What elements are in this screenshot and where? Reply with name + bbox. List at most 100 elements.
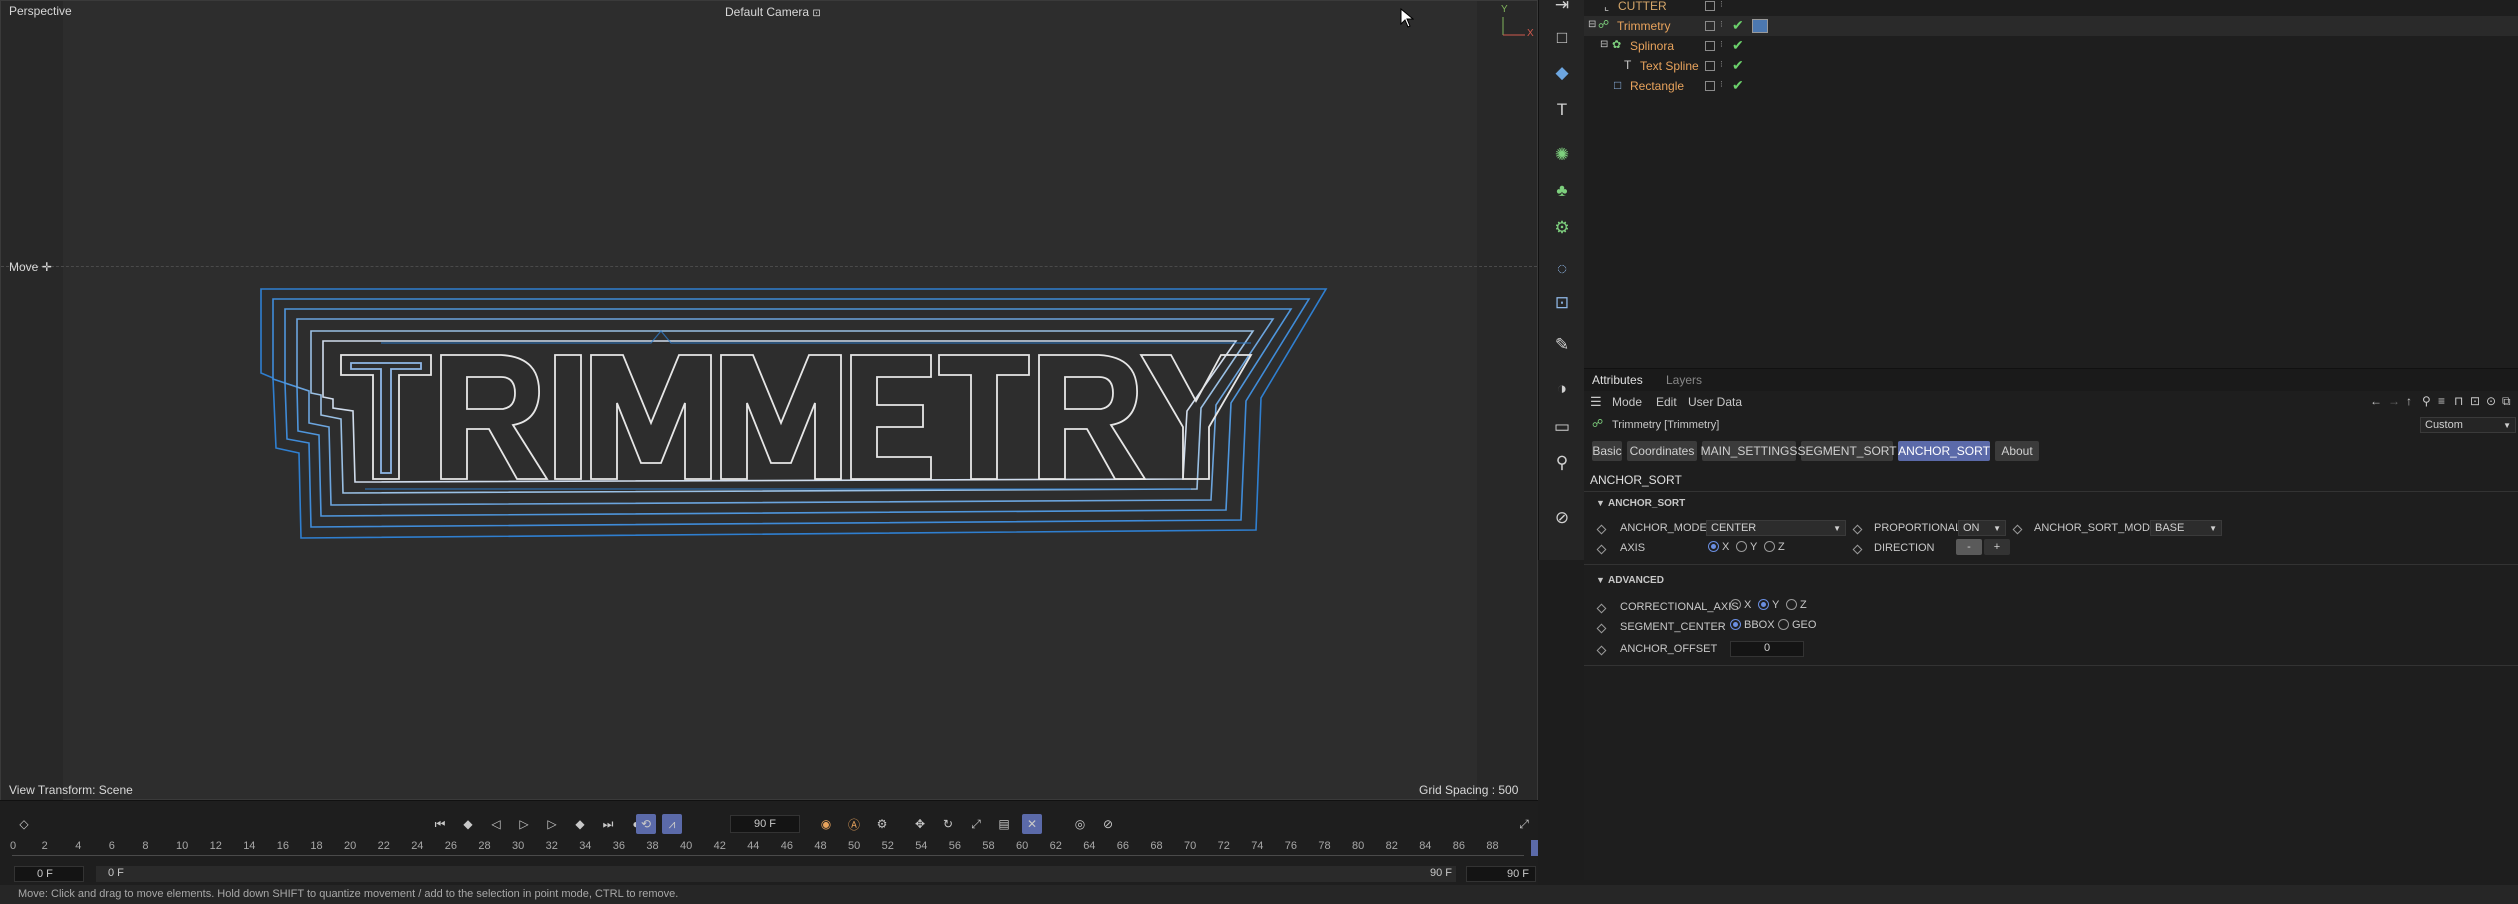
- tab-button-basic[interactable]: Basic: [1592, 441, 1622, 461]
- field-icon[interactable]: ⊡: [1549, 290, 1575, 316]
- next-frame-icon[interactable]: ▷: [542, 814, 562, 834]
- cloner-icon[interactable]: ♣: [1549, 178, 1575, 204]
- correctional-radio-z[interactable]: [1786, 599, 1797, 610]
- chevron-down-icon[interactable]: ▼: [1596, 575, 1605, 585]
- effector-gear-icon[interactable]: ⚙: [1549, 215, 1575, 241]
- current-frame-field[interactable]: 90 F: [730, 815, 800, 833]
- go-to-start-icon[interactable]: ⏮: [430, 814, 450, 834]
- collapse-icon[interactable]: ⊟: [1588, 19, 1596, 30]
- visibility-toggle[interactable]: [1705, 81, 1715, 91]
- keyframe-diamond-icon[interactable]: [1596, 645, 1607, 656]
- camera-icon[interactable]: ▭: [1549, 414, 1575, 440]
- axis-radio-x[interactable]: [1708, 541, 1719, 552]
- tab-attributes[interactable]: Attributes: [1592, 373, 1643, 387]
- dots-icon[interactable]: ⁝: [1720, 79, 1723, 90]
- correctional-radio-y[interactable]: [1758, 599, 1769, 610]
- loop-toggle-icon[interactable]: ⟲: [636, 814, 656, 834]
- menu-user-data[interactable]: User Data: [1688, 395, 1742, 409]
- anchor-offset-input[interactable]: 0: [1730, 641, 1804, 657]
- dots-icon[interactable]: ⁝: [1720, 0, 1723, 10]
- light-icon[interactable]: ◑: [1549, 376, 1575, 402]
- cube-outline-icon[interactable]: □: [1549, 25, 1575, 51]
- spline-pen-icon[interactable]: ✎: [1549, 332, 1575, 358]
- menu-edit[interactable]: Edit: [1656, 395, 1677, 409]
- dots-icon[interactable]: ⁝: [1720, 59, 1723, 70]
- anchor-sort-mode-dropdown[interactable]: BASE ▼: [2150, 520, 2222, 536]
- chevron-down-icon[interactable]: ▼: [1596, 498, 1605, 508]
- xpresso-icon[interactable]: ⊘: [1549, 505, 1575, 531]
- timeline-expand-icon[interactable]: ⤢: [1514, 814, 1534, 834]
- record-icon[interactable]: ◉: [816, 814, 836, 834]
- key-param-icon[interactable]: ▤: [994, 814, 1014, 834]
- up-arrow-icon[interactable]: ↑: [2406, 394, 2412, 408]
- trimmetry-spline-artwork[interactable]: [251, 283, 1336, 548]
- direction-minus-button[interactable]: -: [1956, 539, 1982, 555]
- time-ruler[interactable]: 0 2 4 6 8 10 12 14 16 18 20 22 24 26 28 30 32 34 36 38 40 42 4…: [10, 840, 1538, 860]
- expand-icon[interactable]: ⧉: [2502, 394, 2511, 409]
- viewport[interactable]: Perspective Default Camera ⊡ Y X Move ✛: [0, 0, 1538, 811]
- key-scale-icon[interactable]: ⤢: [966, 814, 986, 834]
- visibility-toggle[interactable]: [1705, 41, 1715, 51]
- arrow-icon[interactable]: ⇥: [1549, 0, 1575, 18]
- keyframe-mode-icon[interactable]: ◇: [14, 814, 34, 834]
- search-icon[interactable]: ⚲: [2422, 394, 2431, 408]
- preview-range-bar[interactable]: 0 F 90 F: [96, 866, 1456, 882]
- render-icon[interactable]: ⚲: [1549, 450, 1575, 476]
- lock-icon[interactable]: ⊓: [2454, 394, 2463, 408]
- proportional-dropdown[interactable]: ON ▼: [1958, 520, 2006, 536]
- enabled-check-icon[interactable]: ✔: [1732, 77, 1744, 94]
- tab-button-about[interactable]: About: [1995, 441, 2039, 461]
- previous-key-icon[interactable]: ◆: [458, 814, 478, 834]
- tab-button-coordinates[interactable]: Coordinates: [1627, 441, 1697, 461]
- object-row-rectangle[interactable]: □ Rectangle ⁝ ✔: [1584, 76, 2518, 96]
- playhead[interactable]: [1531, 840, 1538, 856]
- motion-clip-icon[interactable]: ◎: [1070, 814, 1090, 834]
- axis-radio-z[interactable]: [1764, 541, 1775, 552]
- correctional-radio-x[interactable]: [1730, 599, 1741, 610]
- deformer-icon[interactable]: ◌: [1549, 256, 1575, 282]
- generator-icon[interactable]: ✺: [1549, 142, 1575, 168]
- auto-key-icon[interactable]: Ⓐ: [844, 814, 864, 834]
- keyframe-diamond-icon[interactable]: [1596, 544, 1607, 555]
- tab-button-main-settings[interactable]: MAIN_SETTINGS: [1701, 441, 1797, 461]
- object-row-trimmetry[interactable]: ⊟ ☍ Trimmetry ⁝ ✔: [1584, 16, 2518, 36]
- preset-dropdown[interactable]: Custom ▼: [2420, 417, 2516, 433]
- view-name[interactable]: Perspective: [9, 4, 72, 18]
- key-rotation-icon[interactable]: ↻: [938, 814, 958, 834]
- play-icon[interactable]: ▷: [514, 814, 534, 834]
- group-title-anchor-sort[interactable]: ANCHOR_SORT: [1608, 498, 1685, 509]
- menu-mode[interactable]: Mode: [1612, 395, 1642, 409]
- hamburger-menu-icon[interactable]: ☰: [1590, 394, 1602, 410]
- object-row-splinora[interactable]: ⊟ ✿ Splinora ⁝ ✔: [1584, 36, 2518, 56]
- keyframe-diamond-icon[interactable]: [1596, 524, 1607, 535]
- next-key-icon[interactable]: ◆: [570, 814, 590, 834]
- enabled-check-icon[interactable]: ✔: [1732, 17, 1744, 34]
- tab-button-anchor-sort[interactable]: ANCHOR_SORT: [1898, 441, 1990, 461]
- dots-icon[interactable]: ⁝: [1720, 19, 1723, 30]
- keyframe-diamond-icon[interactable]: [1852, 524, 1863, 535]
- tab-layers[interactable]: Layers: [1666, 373, 1702, 387]
- visibility-toggle[interactable]: [1705, 1, 1715, 11]
- object-row-text-spline[interactable]: T Text Spline ⁝ ✔: [1584, 56, 2518, 76]
- segment-center-radio-geo[interactable]: [1778, 619, 1789, 630]
- enabled-check-icon[interactable]: ✔: [1732, 57, 1744, 74]
- dots-icon[interactable]: ⁝: [1720, 39, 1723, 50]
- segment-center-radio-bbox[interactable]: [1730, 619, 1741, 630]
- fcurve-icon[interactable]: ⊘: [1098, 814, 1118, 834]
- object-row-cutter[interactable]: ⌞ CUTTER ⁝: [1584, 0, 2518, 16]
- settings-icon[interactable]: ⊙: [2486, 394, 2496, 408]
- forward-arrow-icon[interactable]: →: [2388, 394, 2400, 408]
- enabled-check-icon[interactable]: ✔: [1732, 37, 1744, 54]
- filter-icon[interactable]: ≡: [2438, 394, 2445, 408]
- back-arrow-icon[interactable]: ←: [2370, 394, 2382, 408]
- text-tool-icon[interactable]: T: [1549, 97, 1575, 123]
- key-position-icon[interactable]: ✥: [910, 814, 930, 834]
- keyframe-diamond-icon[interactable]: [1852, 544, 1863, 555]
- group-title-advanced[interactable]: ADVANCED: [1608, 575, 1664, 586]
- visibility-toggle[interactable]: [1705, 61, 1715, 71]
- anchor-mode-dropdown[interactable]: CENTER ▼: [1706, 520, 1846, 536]
- tab-button-segment-sort[interactable]: SEGMENT_SORT: [1797, 441, 1897, 461]
- tween-mode-icon[interactable]: ⩘: [662, 814, 682, 834]
- cube-icon[interactable]: ◆: [1549, 60, 1575, 86]
- new-window-icon[interactable]: ⊡: [2470, 394, 2480, 408]
